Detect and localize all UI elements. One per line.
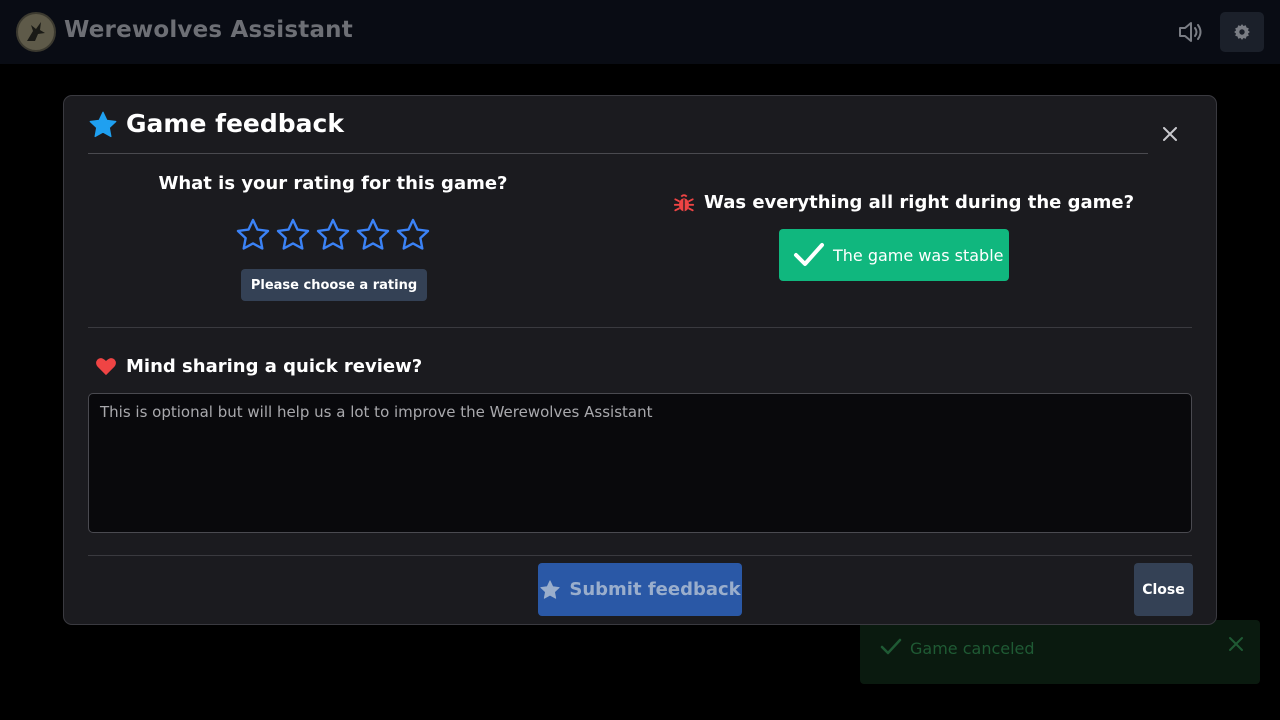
rating-star-1[interactable] <box>235 217 271 253</box>
submit-feedback-button[interactable]: Submit feedback <box>538 563 742 616</box>
close-button[interactable]: Close <box>1134 563 1193 616</box>
header-divider <box>88 153 1148 154</box>
app-title[interactable]: Werewolves Assistant <box>64 17 353 43</box>
check-icon <box>880 638 902 655</box>
rating-question: What is your rating for this game? <box>158 173 508 194</box>
gear-icon <box>1234 24 1250 40</box>
section-divider <box>88 327 1192 328</box>
toast-notification: Game canceled <box>860 620 1260 684</box>
game-stable-label: The game was stable <box>833 245 1004 265</box>
heart-icon <box>96 358 116 376</box>
review-question: Mind sharing a quick review? <box>126 356 423 377</box>
sound-button[interactable] <box>1170 12 1212 52</box>
check-icon <box>794 243 824 266</box>
rating-star-5[interactable] <box>395 217 431 253</box>
rating-star-2[interactable] <box>275 217 311 253</box>
close-icon <box>1163 127 1177 141</box>
submit-feedback-label: Submit feedback <box>569 579 741 600</box>
star-outline-icon <box>276 218 310 250</box>
rating-star-4[interactable] <box>355 217 391 253</box>
settings-button[interactable] <box>1220 12 1264 52</box>
modal-title: Game feedback <box>126 109 344 138</box>
speaker-volume-icon <box>1179 22 1202 42</box>
game-stable-button[interactable]: The game was stable <box>779 229 1009 281</box>
star-rating <box>235 217 435 253</box>
toast-close-icon[interactable] <box>1228 636 1244 652</box>
wolf-logo-icon[interactable] <box>16 12 56 52</box>
star-outline-icon <box>236 218 270 250</box>
review-textarea[interactable] <box>88 393 1192 533</box>
rating-status-badge: Please choose a rating <box>241 269 427 301</box>
rating-star-3[interactable] <box>315 217 351 253</box>
top-navbar: Werewolves Assistant <box>0 0 1280 64</box>
modal-close-button[interactable] <box>1158 122 1182 146</box>
star-outline-icon <box>396 218 430 250</box>
toast-message: Game canceled <box>910 639 1035 658</box>
stability-question: Was everything all right during the game… <box>704 192 1135 213</box>
bug-icon <box>673 194 695 212</box>
footer-divider <box>88 555 1192 556</box>
feedback-modal: Game feedback What is your rating for th… <box>63 95 1217 625</box>
star-outline-icon <box>316 218 350 250</box>
star-icon <box>540 579 560 599</box>
star-outline-icon <box>356 218 390 250</box>
star-icon <box>89 111 117 138</box>
